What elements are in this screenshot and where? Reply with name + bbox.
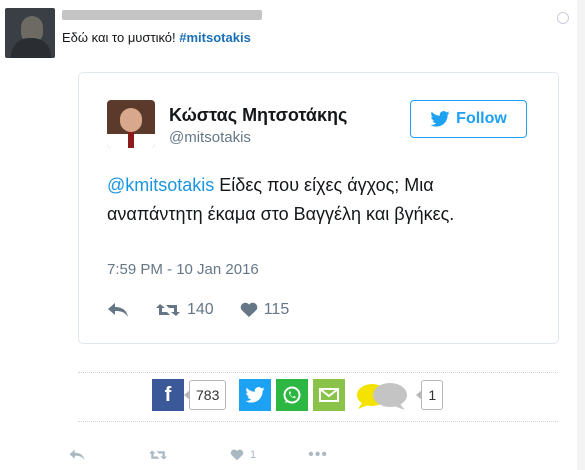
speech-bubbles-icon <box>357 383 408 410</box>
envelope-icon <box>319 388 340 402</box>
like-button[interactable]: 115 <box>240 301 290 319</box>
follow-button[interactable]: Follow <box>410 100 527 138</box>
embed-timestamp[interactable]: 7:59 PM - 10 Jan 2016 <box>107 261 259 278</box>
author-name-redacted <box>62 10 262 20</box>
facebook-share-button[interactable]: f <box>152 379 184 411</box>
embed-author-handle[interactable]: @mitsotakis <box>169 129 251 146</box>
tweet-text-body: Εδώ και το μυστικό! <box>62 30 180 45</box>
divider <box>78 421 558 422</box>
tweet-text: Εδώ και το μυστικό! #mitsotakis <box>62 30 251 45</box>
whatsapp-share-button[interactable] <box>276 379 309 411</box>
retweet-icon <box>156 304 180 316</box>
retweet-button[interactable]: 140 <box>155 301 214 319</box>
twitter-bird-icon <box>245 387 265 403</box>
hashtag-link[interactable]: #mitsotakis <box>179 30 251 45</box>
embed-actions: 140 115 <box>107 301 315 319</box>
reply-icon <box>69 449 85 461</box>
follow-label: Follow <box>456 110 507 127</box>
like-count: 1 <box>250 449 257 461</box>
email-share-button[interactable] <box>313 379 346 411</box>
retweet-icon <box>149 450 167 460</box>
facebook-icon: f <box>164 383 172 406</box>
embed-avatar[interactable] <box>107 100 155 148</box>
divider <box>78 372 558 373</box>
more-dots-icon: ••• <box>308 446 328 463</box>
heart-icon <box>230 449 244 461</box>
reply-icon <box>108 303 128 317</box>
embedded-tweet[interactable]: Κώστας Μητσοτάκης @mitsotakis Follow @km… <box>78 72 559 344</box>
share-bar: f 783 1 <box>152 379 444 411</box>
like-button[interactable]: 1 <box>230 449 256 461</box>
mention-link[interactable]: @kmitsotakis <box>107 175 214 195</box>
more-button[interactable]: ••• <box>308 446 328 464</box>
like-count: 115 <box>263 301 290 318</box>
retweet-button[interactable] <box>148 449 168 461</box>
twitter-bird-icon <box>430 111 450 127</box>
scrollbar[interactable] <box>577 0 585 470</box>
reply-button[interactable] <box>107 302 129 318</box>
globe-icon <box>557 12 569 24</box>
retweet-count: 140 <box>187 301 214 318</box>
user-avatar[interactable] <box>5 8 55 58</box>
embed-body: @kmitsotakis Είδες που είχες άγχος; Μια … <box>107 171 527 229</box>
comments-count: 1 <box>416 380 444 410</box>
facebook-share-count: 783 <box>183 380 227 410</box>
heart-icon <box>240 302 257 317</box>
twitter-share-button[interactable] <box>239 379 272 411</box>
tweet-actions: 1 ••• <box>68 446 328 464</box>
whatsapp-icon <box>283 386 301 404</box>
reply-button[interactable] <box>68 449 86 461</box>
comments-button[interactable] <box>354 379 410 411</box>
embed-author-name[interactable]: Κώστας Μητσοτάκης <box>169 105 347 126</box>
